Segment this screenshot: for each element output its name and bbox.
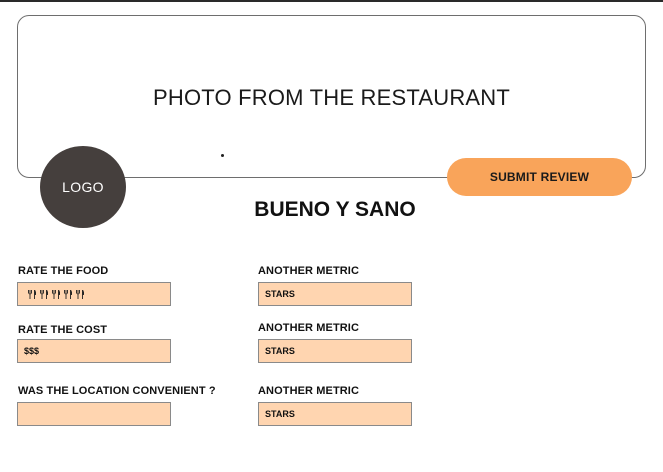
rate-cost-label: RATE THE COST [18,324,108,336]
top-divider [0,0,663,2]
fork-knife-icon[interactable] [76,289,84,299]
rate-food-field[interactable] [17,282,171,306]
photo-label: PHOTO FROM THE RESTAURANT [152,85,511,110]
submit-review-button[interactable]: SUBMIT REVIEW [447,158,632,196]
food-rating-icons [24,289,84,299]
photo-dot [221,154,224,157]
another-metric-label-2: ANOTHER METRIC [258,322,360,334]
another-metric-label-1: ANOTHER METRIC [258,265,360,277]
fork-knife-icon[interactable] [40,289,48,299]
fork-knife-icon[interactable] [64,289,72,299]
another-metric-field-1[interactable]: STARS [258,282,412,306]
restaurant-name: BUENO Y SANO [254,198,416,221]
restaurant-photo-placeholder[interactable]: PHOTO FROM THE RESTAURANT [17,15,646,178]
location-convenient-label: WAS THE LOCATION CONVENIENT ? [18,385,216,397]
another-metric-label-3: ANOTHER METRIC [258,385,360,397]
fork-knife-icon[interactable] [28,289,36,299]
rate-cost-field[interactable]: $$$ [17,339,171,363]
rate-food-label: RATE THE FOOD [18,265,109,277]
another-metric-field-3[interactable]: STARS [258,402,412,426]
location-convenient-field[interactable] [17,402,171,426]
another-metric-field-2[interactable]: STARS [258,339,412,363]
restaurant-logo: LOGO [40,146,126,228]
fork-knife-icon[interactable] [52,289,60,299]
logo-label: LOGO [62,179,104,195]
